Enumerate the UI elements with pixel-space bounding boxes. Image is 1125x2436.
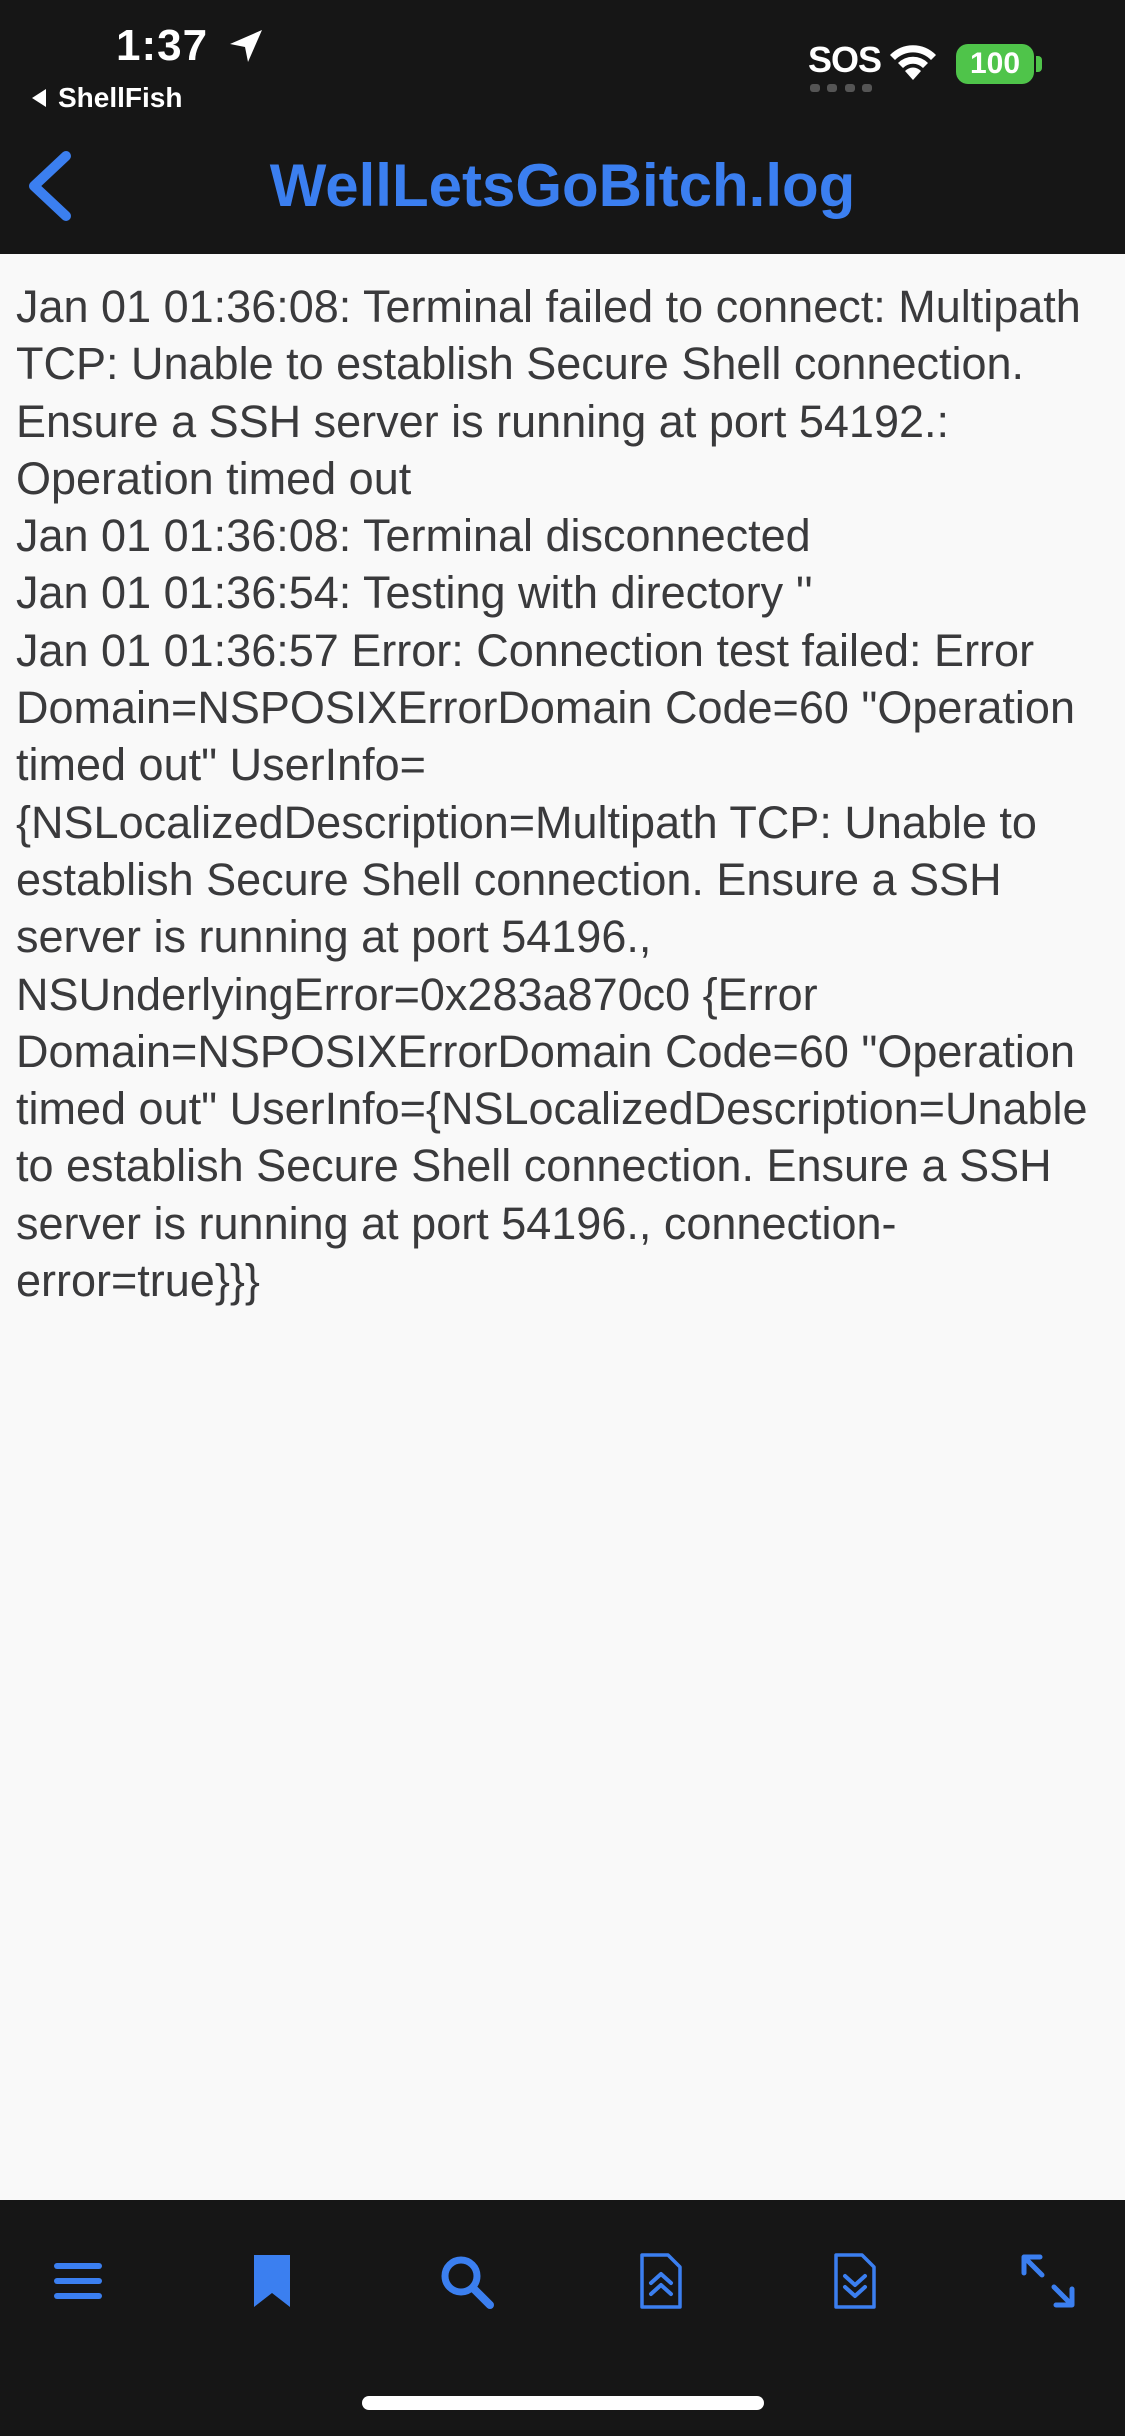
menu-button[interactable]: [43, 2246, 113, 2316]
bookmark-button[interactable]: [237, 2246, 307, 2316]
expand-button[interactable]: [1013, 2246, 1083, 2316]
log-line: Jan 01 01:36:57 Error: Connection test f…: [16, 624, 1088, 1307]
log-line: Jan 01 01:36:08: Terminal failed to conn…: [16, 281, 1081, 504]
wifi-icon: [890, 45, 936, 80]
log-line: Jan 01 01:36:08: Terminal disconnected: [16, 510, 811, 562]
scroll-to-bottom-button[interactable]: [819, 2246, 889, 2316]
signal-dots-icon: [810, 84, 872, 92]
battery-indicator: 100: [956, 44, 1034, 84]
status-time: 1:37: [116, 21, 209, 70]
back-chevron-icon[interactable]: [22, 150, 76, 222]
search-button[interactable]: [431, 2246, 501, 2316]
scroll-bottom-icon: [834, 2253, 876, 2309]
screen: 1:37 ShellFish SOS 100 WellLetsGoBitch.l…: [0, 0, 1125, 2436]
scroll-top-icon: [640, 2253, 682, 2309]
back-app-label: ShellFish: [58, 82, 183, 113]
scroll-to-top-button[interactable]: [625, 2246, 695, 2316]
expand-icon: [1021, 2254, 1075, 2308]
home-indicator[interactable]: [362, 2396, 764, 2410]
location-arrow-icon: [230, 30, 262, 62]
sos-indicator: SOS: [808, 39, 882, 80]
battery-tip: [1036, 56, 1042, 72]
page-title: WellLetsGoBitch.log: [269, 152, 856, 219]
log-line: Jan 01 01:36:54: Testing with directory …: [16, 567, 813, 619]
menu-icon: [54, 2263, 102, 2299]
log-content: Jan 01 01:36:08: Terminal failed to conn…: [16, 278, 1111, 1309]
bookmark-icon: [254, 2255, 290, 2307]
search-icon: [441, 2256, 494, 2309]
back-triangle-icon: [32, 89, 46, 107]
back-to-app-button[interactable]: ShellFish: [32, 80, 182, 116]
